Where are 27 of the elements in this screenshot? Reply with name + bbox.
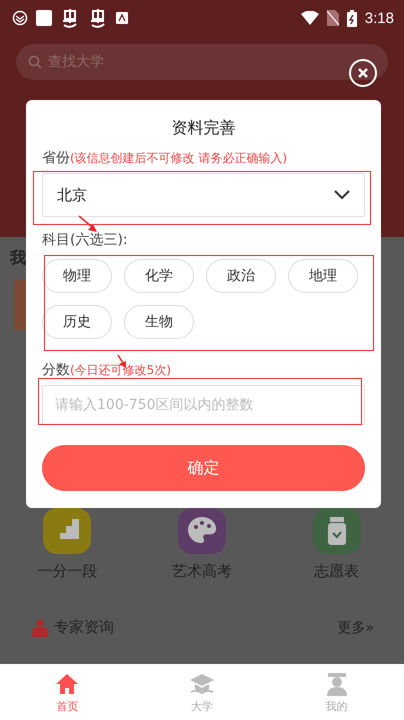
close-button[interactable] (349, 59, 377, 87)
chevron-down-icon (334, 190, 350, 200)
tool-icon[interactable] (43, 508, 92, 554)
province-dropdown[interactable]: 北京 (42, 173, 365, 217)
score-field[interactable]: 请输入100-750区间以内的整数 (42, 385, 365, 425)
hint-text: (该信息创建后不可修改 请务必正确输入) (70, 150, 288, 167)
tool-icon[interactable] (178, 508, 226, 554)
field-label: 省份 (42, 149, 70, 167)
subject-chip[interactable]: 地理 (288, 259, 358, 293)
expert-icon (32, 618, 48, 636)
field-label: 分数 (42, 361, 70, 379)
close-icon (357, 67, 369, 79)
subject-chip[interactable]: 化学 (124, 259, 194, 293)
subject-chip[interactable]: 历史 (42, 305, 112, 339)
no-sim-icon (326, 10, 339, 26)
subject-chip[interactable]: 生物 (124, 305, 194, 339)
pointer-arrow (78, 215, 98, 233)
battery-icon (346, 10, 357, 26)
square-icon (36, 10, 52, 26)
field-label: 科目(六选三): (42, 231, 128, 249)
status-time: 3:18 (364, 10, 394, 26)
app-icon (12, 10, 28, 26)
subject-chip[interactable]: 物理 (42, 259, 112, 293)
wifi-icon (300, 11, 319, 25)
dialog-title: 资料完善 (170, 118, 236, 139)
subject-chip[interactable]: 政治 (206, 259, 276, 293)
tool-icon[interactable] (312, 508, 361, 554)
